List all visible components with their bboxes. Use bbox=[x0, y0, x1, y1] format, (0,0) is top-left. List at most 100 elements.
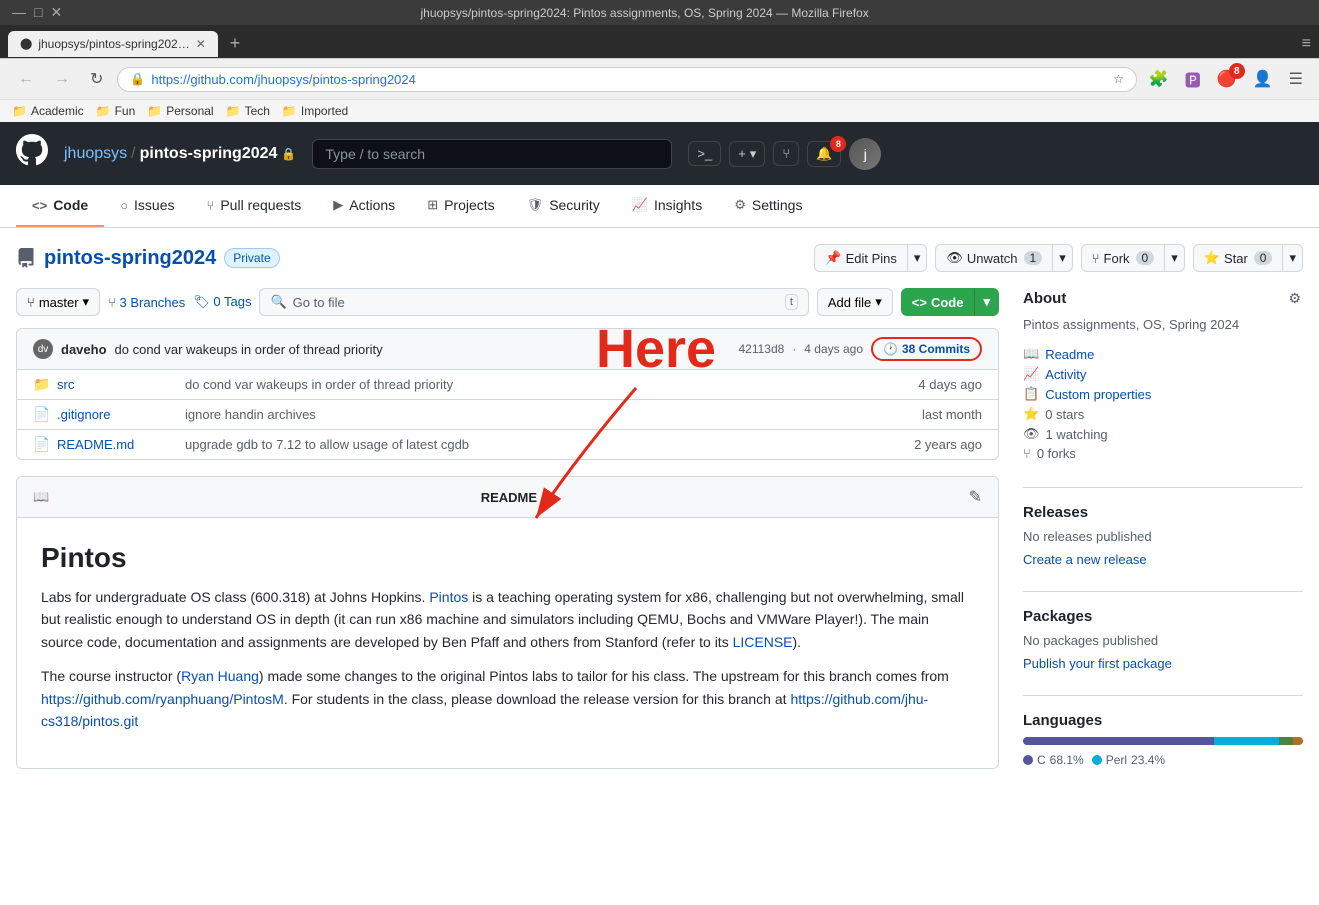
avatar-initials: dv bbox=[38, 344, 49, 355]
bookmark-imported[interactable]: 📁 Imported bbox=[282, 104, 348, 118]
about-label: About bbox=[1023, 290, 1066, 307]
nav-label-code: Code bbox=[53, 197, 88, 213]
fork-dropdown[interactable]: ▾ bbox=[1165, 244, 1185, 272]
chevron-down-icon: ▾ bbox=[750, 146, 757, 162]
file-name-src[interactable]: src bbox=[57, 377, 177, 392]
user-avatar[interactable]: j bbox=[849, 138, 881, 170]
repo-visibility-badge: Private bbox=[224, 248, 279, 268]
list-item: 📋 Custom properties bbox=[1023, 384, 1303, 404]
github-header: jhuopsys / pintos-spring2024 🔒 >_ + ▾ ⑂ … bbox=[0, 122, 1319, 185]
lock-icon: 🔒 bbox=[281, 147, 296, 161]
tab-close-btn[interactable]: ✕ bbox=[196, 37, 206, 51]
nav-item-settings[interactable]: ⚙ Settings bbox=[718, 185, 818, 227]
bookmark-fun[interactable]: 📁 Fun bbox=[96, 104, 136, 118]
back-button[interactable]: ← bbox=[12, 68, 40, 90]
star-button[interactable]: ⭐ Star 0 bbox=[1193, 244, 1284, 272]
star-url-icon[interactable]: ☆ bbox=[1113, 72, 1124, 86]
ryan-huang-link[interactable]: Ryan Huang bbox=[181, 668, 259, 684]
fork-button[interactable]: ⑂ Fork 0 bbox=[1081, 244, 1166, 272]
tab-favicon: ⬤ bbox=[20, 37, 32, 50]
new-tab-button[interactable]: + bbox=[222, 29, 249, 58]
sidebar-packages-section: Packages No packages published Publish y… bbox=[1023, 608, 1303, 671]
nav-item-code[interactable]: <> Code bbox=[16, 185, 104, 227]
code-angle-icon: <> bbox=[912, 295, 927, 310]
list-item: 📖 Readme bbox=[1023, 344, 1303, 364]
readme-para2: The course instructor (Ryan Huang) made … bbox=[41, 665, 974, 732]
reload-button[interactable]: ↻ bbox=[84, 67, 109, 91]
extensions-icon[interactable]: 🧩 bbox=[1145, 67, 1173, 91]
forward-button[interactable]: → bbox=[48, 68, 76, 90]
perl-lang-name: Perl bbox=[1106, 753, 1127, 767]
commit-author-avatar: dv bbox=[33, 339, 53, 359]
stars-list-icon: ⭐ bbox=[1023, 406, 1039, 422]
file-search-bar[interactable]: 🔍 Go to file t bbox=[259, 288, 808, 316]
star-dropdown[interactable]: ▾ bbox=[1283, 244, 1303, 272]
search-input[interactable] bbox=[312, 139, 672, 169]
edit-pins-dropdown[interactable]: ▾ bbox=[908, 244, 928, 272]
unwatch-button[interactable]: 👁 Unwatch 1 bbox=[935, 244, 1053, 272]
bookmark-tech[interactable]: 📁 Tech bbox=[226, 104, 270, 118]
edit-pins-button[interactable]: 📌 Edit Pins bbox=[814, 244, 908, 272]
nav-item-projects[interactable]: ⊞ Projects bbox=[411, 185, 510, 227]
browser-tab-active[interactable]: ⬤ jhuopsys/pintos-spring202… ✕ bbox=[8, 31, 218, 57]
create-button[interactable]: + ▾ bbox=[729, 141, 765, 167]
terminal-button[interactable]: >_ bbox=[688, 141, 721, 166]
close-icon[interactable]: ✕ bbox=[50, 4, 62, 21]
star-icon: ⭐ bbox=[1204, 250, 1220, 266]
window-controls[interactable]: — □ ✕ bbox=[12, 4, 62, 21]
publish-package-link[interactable]: Publish your first package bbox=[1023, 656, 1303, 671]
commit-meta: 42113d8 · 4 days ago 🕐 38 Commits bbox=[738, 337, 982, 361]
repo-name[interactable]: pintos-spring2024 bbox=[44, 247, 216, 270]
nav-item-security[interactable]: 🛡 Security bbox=[511, 185, 616, 227]
file-name-gitignore[interactable]: .gitignore bbox=[57, 407, 177, 422]
nav-item-insights[interactable]: 📈 Insights bbox=[616, 185, 718, 227]
sidebar-packages-title: Packages bbox=[1023, 608, 1303, 625]
pintos-link[interactable]: Pintos bbox=[429, 589, 468, 605]
about-settings-button[interactable]: ⚙ bbox=[1286, 288, 1303, 309]
notifications-icon[interactable]: 🔴 8 bbox=[1213, 67, 1241, 91]
unwatch-dropdown[interactable]: ▾ bbox=[1053, 244, 1073, 272]
bookmark-academic[interactable]: 📁 Academic bbox=[12, 104, 84, 118]
notifications-bell-button[interactable]: 🔔 8 bbox=[807, 141, 841, 167]
breadcrumb-user[interactable]: jhuopsys bbox=[64, 145, 127, 163]
minimize-icon[interactable]: — bbox=[12, 4, 26, 21]
language-list: C 68.1% Perl 23.4% bbox=[1023, 753, 1303, 767]
code-button[interactable]: <> Code bbox=[901, 288, 975, 316]
pintosm-link[interactable]: https://github.com/ryanphuang/PintosM bbox=[41, 691, 284, 707]
profile-icon[interactable]: 👤 bbox=[1249, 67, 1277, 91]
nav-item-issues[interactable]: ○ Issues bbox=[104, 185, 190, 227]
nav-item-actions[interactable]: ▶ Actions bbox=[317, 185, 411, 227]
lang-segment-other2 bbox=[1293, 737, 1303, 745]
create-release-link[interactable]: Create a new release bbox=[1023, 552, 1303, 567]
pocket-icon[interactable]: 🅿 bbox=[1181, 65, 1205, 93]
activity-sidebar-link[interactable]: Activity bbox=[1045, 367, 1086, 382]
file-name-readme[interactable]: README.md bbox=[57, 437, 177, 452]
nav-item-pullrequests[interactable]: ⑂ Pull requests bbox=[191, 185, 318, 227]
license-link[interactable]: LICENSE bbox=[733, 634, 793, 650]
commits-count-button[interactable]: 🕐 38 Commits bbox=[871, 337, 982, 361]
bookmark-personal[interactable]: 📁 Personal bbox=[147, 104, 213, 118]
readme-edit-button[interactable]: ✎ bbox=[969, 487, 982, 507]
maximize-icon[interactable]: □ bbox=[34, 4, 42, 21]
commit-author-name[interactable]: daveho bbox=[61, 342, 107, 357]
pr-button[interactable]: ⑂ bbox=[773, 141, 799, 166]
c-lang-dot bbox=[1023, 755, 1033, 765]
breadcrumb-repo[interactable]: pintos-spring2024 bbox=[140, 145, 278, 163]
repo-sidebar: About ⚙ Pintos assignments, OS, Spring 2… bbox=[1023, 288, 1303, 791]
nav-label-security: Security bbox=[549, 197, 600, 213]
custom-properties-link[interactable]: Custom properties bbox=[1045, 387, 1151, 402]
github-search[interactable] bbox=[312, 139, 672, 169]
code-dropdown[interactable]: ▾ bbox=[974, 288, 999, 316]
sidebar-divider-1 bbox=[1023, 487, 1303, 488]
tag-count-link[interactable]: 🏷 0 Tags bbox=[193, 294, 251, 310]
branch-count-link[interactable]: ⑂ 3 Branches bbox=[108, 295, 185, 310]
add-file-button[interactable]: Add file ▾ bbox=[817, 288, 893, 316]
menu-icon[interactable]: ☰ bbox=[1285, 67, 1307, 91]
readme-sidebar-link[interactable]: Readme bbox=[1045, 347, 1094, 362]
address-bar[interactable]: 🔒 https://github.com/jhuopsys/pintos-spr… bbox=[117, 67, 1136, 92]
branch-selector[interactable]: ⑂ master ▾ bbox=[16, 288, 100, 316]
unwatch-count: 1 bbox=[1024, 251, 1043, 265]
forks-list-icon: ⑂ bbox=[1023, 446, 1031, 461]
tab-list-icon[interactable]: ≡ bbox=[1302, 35, 1311, 53]
github-logo[interactable] bbox=[16, 134, 48, 173]
